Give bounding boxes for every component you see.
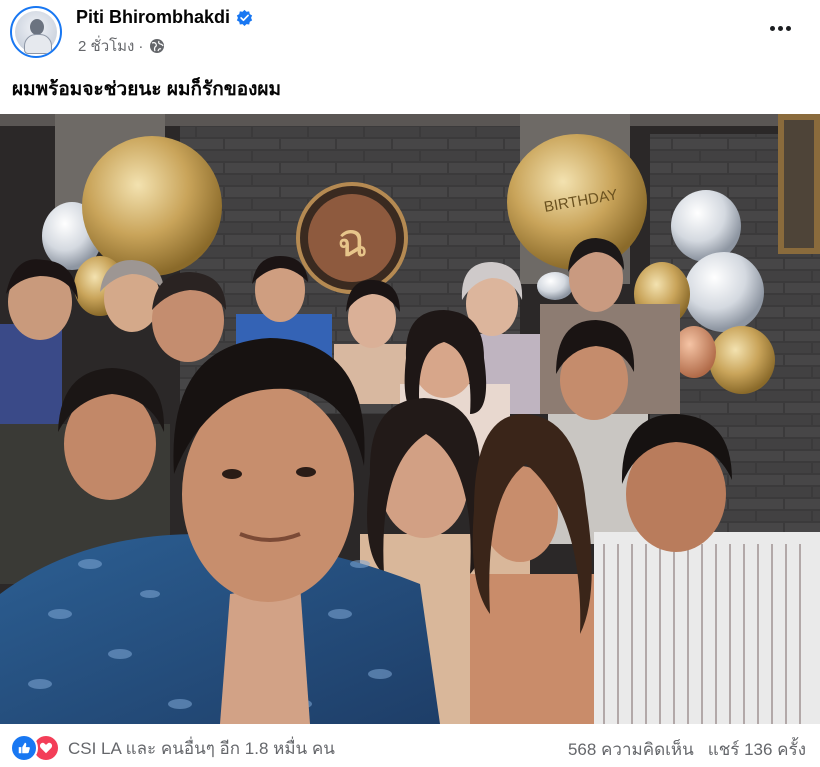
author-line: Piti Bhirombhakdi (76, 6, 253, 28)
author-name[interactable]: Piti Bhirombhakdi (76, 7, 230, 28)
like-reaction-icon (10, 734, 38, 762)
more-options-icon (769, 25, 775, 31)
author-avatar[interactable] (10, 6, 62, 58)
post-header: Piti Bhirombhakdi 2 ชั่วโมง · (0, 0, 820, 62)
comments-count[interactable]: 568 ความคิดเห็น (568, 736, 694, 763)
post-caption: ผมพร้อมจะช่วยนะ ผมก็รักของผม (12, 79, 282, 100)
logo-glyph: ฉ (336, 213, 367, 267)
shares-count[interactable]: แชร์ 136 ครั้ง (708, 736, 806, 763)
post-timestamp[interactable]: 2 ชั่วโมง (78, 34, 134, 58)
meta-separator: · (138, 37, 144, 55)
post-photo[interactable]: ฉ BIRTHDAY (0, 114, 820, 724)
more-options-button[interactable] (762, 14, 798, 42)
engagement-stats: 568 ความคิดเห็น แชร์ 136 ครั้ง (568, 736, 806, 763)
group-selfie-image: ฉ BIRTHDAY (0, 114, 820, 724)
verified-badge-icon (236, 9, 253, 26)
globe-icon[interactable] (149, 38, 165, 54)
post-footer: CSI LA และ คนอื่นๆ อีก 1.8 หมื่น คน 568 … (0, 724, 820, 767)
reactions-summary[interactable]: CSI LA และ คนอื่นๆ อีก 1.8 หมื่น คน (10, 734, 335, 762)
reactions-text[interactable]: CSI LA และ คนอื่นๆ อีก 1.8 หมื่น คน (68, 735, 335, 762)
post-meta: 2 ชั่วโมง · (78, 34, 165, 58)
